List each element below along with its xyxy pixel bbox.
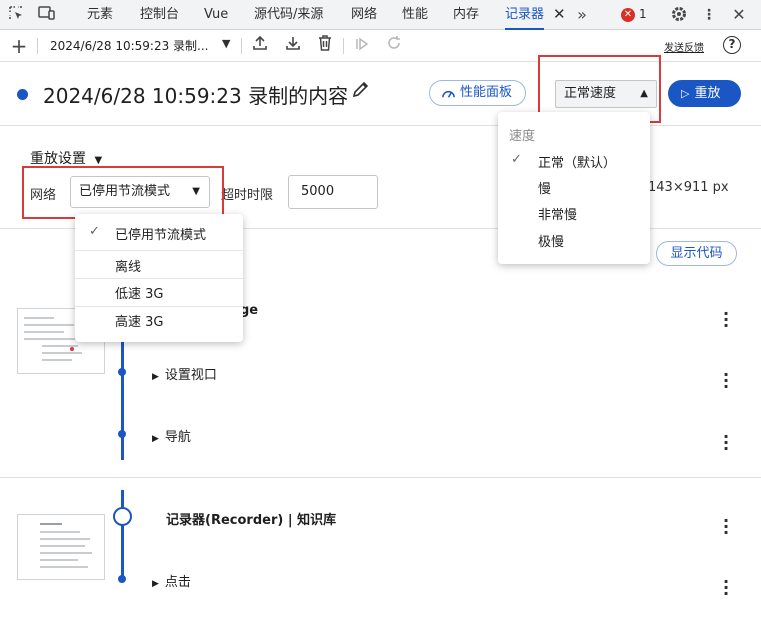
timeline-dot <box>118 430 126 438</box>
timeline-dot <box>118 368 126 376</box>
replay-button[interactable]: ▷ 重放 <box>668 80 741 107</box>
menu-divider <box>75 306 243 307</box>
step-label: 导航 <box>164 430 191 445</box>
toolbar-divider <box>37 38 38 54</box>
more-tabs-icon[interactable]: » <box>572 5 592 25</box>
menu-divider <box>75 278 243 279</box>
network-select-highlight <box>22 166 224 219</box>
menu-divider <box>75 250 243 251</box>
step-group-title[interactable]: 记录器(Recorder) | 知识库 <box>166 509 336 528</box>
step-menu-icon[interactable]: · · · <box>720 574 732 602</box>
timeout-label: 超时时限 <box>221 188 274 203</box>
step-menu-icon[interactable]: · · · <box>720 429 732 457</box>
page-thumbnail <box>17 514 105 580</box>
speed-option-very-slow[interactable]: 非常慢 <box>498 204 650 226</box>
menu-item-label: 非常慢 <box>538 208 578 223</box>
error-count[interactable]: 1 <box>639 7 647 21</box>
timeline-line <box>121 490 124 580</box>
step-click[interactable]: ▶ 点击 <box>152 571 191 590</box>
close-devtools-icon[interactable]: ✕ <box>729 5 749 25</box>
settings-gear-icon[interactable] <box>669 5 689 25</box>
step-navigate[interactable]: ▶ 导航 <box>152 426 191 445</box>
check-icon: ✓ <box>511 152 522 167</box>
edit-title-icon[interactable] <box>352 80 370 103</box>
speed-option-slow[interactable]: 慢 <box>498 178 650 200</box>
menu-item-label: 离线 <box>115 260 142 275</box>
step-over-icon[interactable] <box>351 35 373 57</box>
recording-status-dot <box>17 89 28 100</box>
section-divider <box>0 477 761 478</box>
recording-select[interactable]: 2024/6/28 10:59:23 录制... <box>50 37 209 54</box>
performance-panel-label: 性能面板 <box>460 85 513 100</box>
network-dropdown-menu: ✓ 已停用节流模式 离线 低速 3G 高速 3G <box>75 214 243 342</box>
step-menu-icon[interactable]: · · · <box>720 306 732 334</box>
speed-option-extremely-slow[interactable]: 极慢 <box>498 231 650 253</box>
import-icon[interactable] <box>282 35 304 57</box>
replay-settings-title: 重放设置 <box>30 151 86 167</box>
chevron-down-icon[interactable]: ▼ <box>222 37 230 50</box>
step-menu-icon[interactable]: · · · <box>720 367 732 395</box>
devtools-tabbar: 元素 控制台 Vue 源代码/来源 网络 性能 内存 记录器 ✕ » ✕ 1 ⋮… <box>0 0 761 30</box>
play-icon: ▷ <box>681 87 690 100</box>
expand-triangle-icon: ▶ <box>152 372 159 382</box>
tab-sources[interactable]: 源代码/来源 <box>254 0 323 30</box>
close-tab-icon[interactable]: ✕ <box>553 0 566 30</box>
menu-item-label: 已停用节流模式 <box>115 228 207 243</box>
more-options-icon[interactable]: ⋮ <box>699 5 719 25</box>
toolbar-divider <box>343 38 344 54</box>
network-option-disabled[interactable]: ✓ 已停用节流模式 <box>75 224 243 246</box>
step-set-viewport[interactable]: ▶ 设置视口 <box>152 364 217 383</box>
toolbar-divider <box>241 38 242 54</box>
tab-memory[interactable]: 内存 <box>453 0 479 30</box>
add-recording-icon[interactable]: + <box>8 35 30 57</box>
step-label: 设置视口 <box>164 368 217 383</box>
menu-item-label: 正常（默认） <box>538 156 617 171</box>
speed-menu-header: 速度 <box>509 129 536 144</box>
step-menu-icon[interactable]: · · · <box>720 513 732 541</box>
tab-vue[interactable]: Vue <box>204 0 228 30</box>
menu-item-label: 慢 <box>538 182 552 197</box>
tab-console[interactable]: 控制台 <box>140 0 179 30</box>
expand-triangle-icon: ▶ <box>152 579 159 589</box>
show-code-button[interactable]: 显示代码 <box>656 241 737 266</box>
error-icon[interactable]: ✕ <box>621 8 635 22</box>
send-feedback-link[interactable]: 发送反馈 <box>664 39 704 54</box>
network-option-slow-3g[interactable]: 低速 3G <box>75 283 243 305</box>
tab-elements[interactable]: 元素 <box>87 0 113 30</box>
recording-title: 2024/6/28 10:59:23 录制的内容 <box>43 84 349 108</box>
speed-dropdown-menu: 速度 ✓ 正常（默认） 慢 非常慢 极慢 <box>498 112 650 264</box>
menu-item-label: 低速 3G <box>115 287 164 302</box>
performance-panel-button[interactable]: 性能面板 <box>429 80 526 106</box>
timeout-input[interactable]: 5000 <box>288 175 378 209</box>
timeline-dot <box>118 575 126 583</box>
speed-option-normal[interactable]: ✓ 正常（默认） <box>498 152 650 174</box>
gauge-icon <box>442 90 455 98</box>
help-icon[interactable]: ? <box>723 36 741 54</box>
menu-item-label: 高速 3G <box>115 315 164 330</box>
expand-triangle-icon: ▶ <box>152 434 159 444</box>
export-icon[interactable] <box>249 35 271 57</box>
caret-down-icon: ▼ <box>94 155 103 166</box>
network-option-offline[interactable]: 离线 <box>75 256 243 278</box>
step-label: 点击 <box>164 575 191 590</box>
tab-performance[interactable]: 性能 <box>402 0 428 30</box>
tab-network[interactable]: 网络 <box>351 0 377 30</box>
timeline-ring <box>113 507 132 526</box>
tab-recorder[interactable]: 记录器 <box>505 0 545 30</box>
device-toolbar-icon[interactable] <box>37 5 57 25</box>
replay-button-label: 重放 <box>694 86 721 101</box>
delete-icon[interactable] <box>314 35 336 57</box>
replay-settings-toggle[interactable]: 重放设置 ▼ <box>30 148 102 168</box>
network-option-fast-3g[interactable]: 高速 3G <box>75 311 243 333</box>
menu-item-label: 极慢 <box>538 235 565 250</box>
viewport-size: 143×911 px <box>648 180 729 195</box>
inspect-element-icon[interactable] <box>6 5 26 25</box>
check-icon: ✓ <box>89 224 100 239</box>
replay-again-icon[interactable] <box>383 35 405 57</box>
